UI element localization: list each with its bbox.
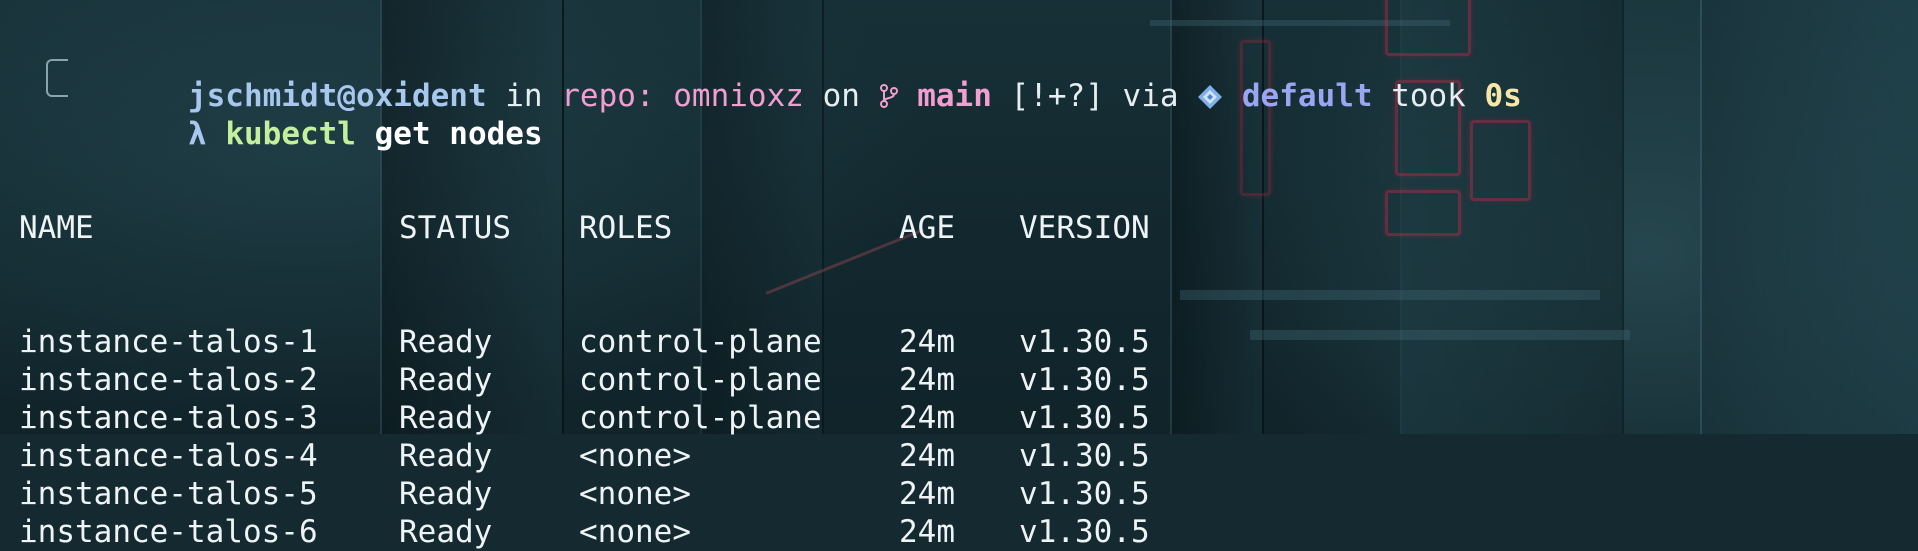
cell-name: instance-talos-3: [19, 400, 318, 436]
prompt-took-label: took: [1372, 78, 1485, 114]
git-branch-icon: [879, 78, 899, 114]
header-age: AGE: [899, 210, 955, 246]
cell-status: Ready: [399, 476, 493, 512]
cell-age: 24m: [899, 400, 955, 436]
cell-name: instance-talos-1: [19, 324, 318, 360]
cell-version: v1.30.5: [1019, 362, 1150, 398]
prompt-repo: repo: omnioxz: [561, 78, 804, 114]
cell-status: Ready: [399, 438, 493, 474]
cell-roles: control-plane: [579, 362, 822, 398]
prompt-branch: main: [917, 78, 992, 114]
cell-roles: control-plane: [579, 324, 822, 360]
prompt-duration: 0s: [1484, 78, 1522, 114]
cell-name: instance-talos-5: [19, 476, 318, 512]
table-header-row: NAME STATUS ROLES AGE VERSION: [19, 209, 1219, 247]
cell-age: 24m: [899, 362, 955, 398]
cell-name: instance-talos-2: [19, 362, 318, 398]
cell-version: v1.30.5: [1019, 400, 1150, 436]
cell-age: 24m: [899, 324, 955, 360]
table-row: instance-talos-3 Ready control-plane 24m v1.…: [19, 399, 1219, 437]
prompt-on-label: on: [803, 78, 879, 114]
cell-age: 24m: [899, 438, 955, 474]
kubernetes-icon: [1197, 78, 1223, 114]
prompt-vcs-status: [!+?]: [991, 78, 1104, 114]
terminal-output[interactable]: jschmidt@oxident in repo: omnioxz on mai…: [0, 0, 1918, 550]
cell-version: v1.30.5: [1019, 438, 1150, 474]
cell-version: v1.30.5: [1019, 476, 1150, 512]
cell-version: v1.30.5: [1019, 514, 1150, 550]
header-status: STATUS: [399, 210, 511, 246]
table-row: instance-talos-5 Ready <none> 24m v1.30.5: [19, 475, 1219, 513]
cell-name: instance-talos-4: [19, 438, 318, 474]
cell-roles: <none>: [579, 514, 691, 550]
cell-roles: <none>: [579, 476, 691, 512]
cell-status: Ready: [399, 362, 493, 398]
cell-status: Ready: [399, 400, 493, 436]
cell-status: Ready: [399, 324, 493, 360]
header-name: NAME: [19, 210, 94, 246]
header-roles: ROLES: [579, 210, 673, 246]
table-row: instance-talos-4 Ready <none> 24m v1.30.5: [19, 437, 1219, 475]
nodes-table: NAME STATUS ROLES AGE VERSION instance-t…: [19, 133, 1219, 551]
prompt-env: default: [1241, 78, 1373, 114]
cell-roles: <none>: [579, 438, 691, 474]
cell-age: 24m: [899, 476, 955, 512]
table-row: instance-talos-6 Ready <none> 24m v1.30.5: [19, 513, 1219, 551]
header-version: VERSION: [1019, 210, 1150, 246]
cell-roles: control-plane: [579, 400, 822, 436]
prompt-status-line: jschmidt@oxident in repo: omnioxz on mai…: [0, 39, 1522, 114]
table-row: instance-talos-2 Ready control-plane 24m v1.…: [19, 361, 1219, 399]
cell-status: Ready: [399, 514, 493, 550]
cell-version: v1.30.5: [1019, 324, 1150, 360]
prompt-via-label: via: [1103, 78, 1198, 114]
command-line: λ kubectl get nodes: [0, 77, 543, 152]
cell-age: 24m: [899, 514, 955, 550]
cell-name: instance-talos-6: [19, 514, 318, 550]
table-row: instance-talos-1 Ready control-plane 24m v1.…: [19, 323, 1219, 361]
